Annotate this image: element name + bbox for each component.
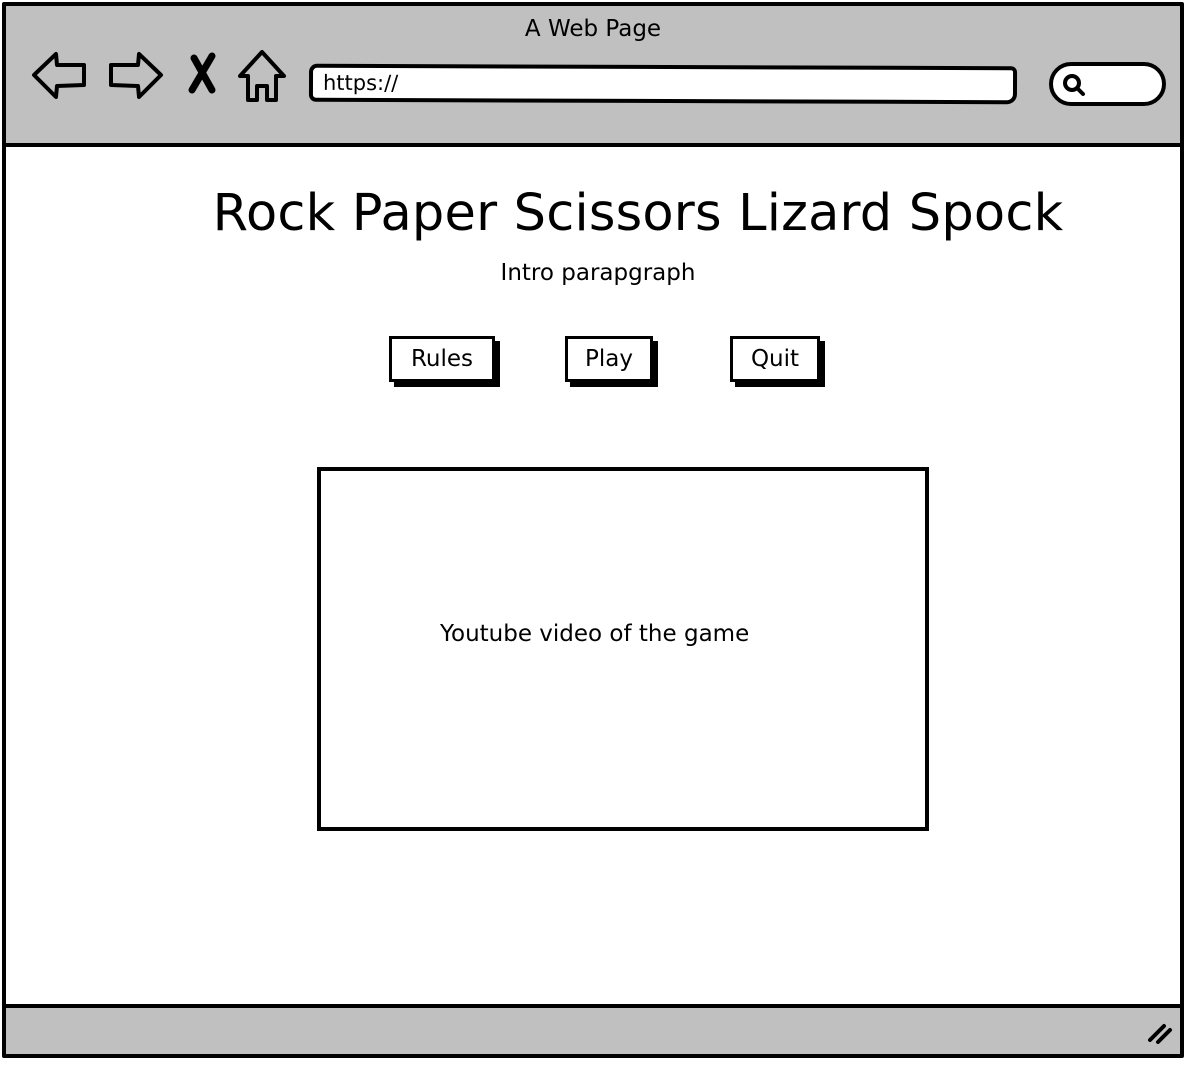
url-input[interactable]: https:// [308,63,1018,105]
status-bar [6,1004,1180,1054]
page-title: Rock Paper Scissors Lizard Spock [212,184,1064,243]
search-input[interactable] [1049,62,1166,106]
resize-grip-icon[interactable] [1142,1014,1176,1052]
search-icon [1061,72,1087,102]
home-icon[interactable] [234,46,294,106]
url-text: https:// [322,70,399,96]
rules-button[interactable]: Rules [389,336,495,382]
video-placeholder[interactable]: Youtube video of the game [317,467,929,831]
browser-toolbar: A Web Page https:// [6,6,1180,147]
intro-paragraph: Intro parapgraph [500,260,696,286]
window-title: A Web Page [524,16,662,42]
play-button[interactable]: Play [565,336,653,382]
browser-window: A Web Page https:// Rock Paper Scissors … [2,2,1184,1058]
back-arrow-icon[interactable] [30,46,90,106]
forward-arrow-icon[interactable] [105,46,165,106]
close-icon[interactable] [182,46,242,106]
quit-button[interactable]: Quit [730,336,820,382]
video-placeholder-label: Youtube video of the game [440,621,750,647]
